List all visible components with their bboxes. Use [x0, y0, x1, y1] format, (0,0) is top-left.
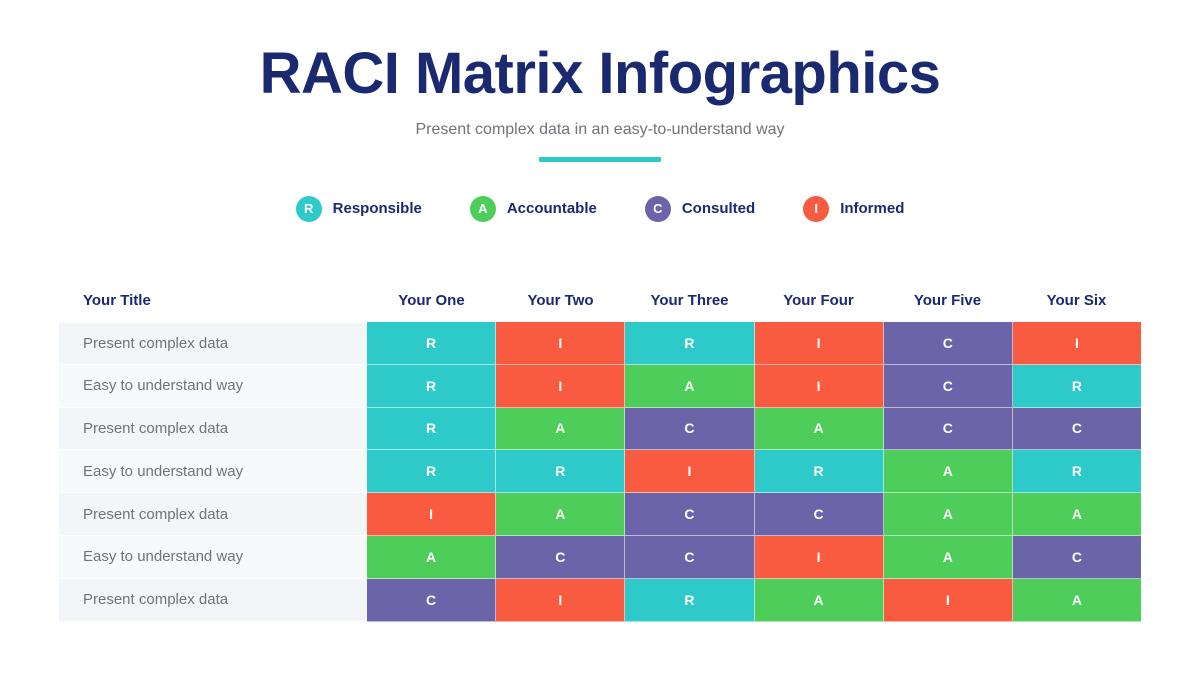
table-row: Present complex data R I R I C I: [59, 322, 1142, 365]
matrix-cell-r[interactable]: R: [367, 450, 497, 494]
table-row: Easy to understand way R R I R A R: [59, 450, 1142, 494]
matrix-cell-i[interactable]: I: [496, 364, 626, 408]
matrix-cell-i[interactable]: I: [1012, 322, 1142, 365]
matrix-cell-c[interactable]: C: [625, 493, 755, 536]
matrix-cell-c[interactable]: C: [883, 322, 1013, 365]
legend-badge-r-icon: R: [295, 195, 322, 222]
column-header-6[interactable]: Your Six: [1012, 292, 1141, 309]
table-row: Present complex data R A C A C C: [59, 407, 1142, 451]
legend-item-consulted[interactable]: C Consulted: [644, 195, 756, 222]
matrix-cell-r[interactable]: R: [367, 322, 497, 365]
row-label: Present complex data: [59, 493, 367, 536]
matrix-cell-a[interactable]: A: [625, 364, 755, 408]
table-row: Present complex data I A C C A A: [59, 493, 1142, 536]
matrix-cell-r[interactable]: R: [1012, 364, 1142, 408]
column-header-5[interactable]: Your Five: [883, 292, 1012, 309]
column-header-4[interactable]: Your Four: [754, 292, 883, 309]
matrix-cell-c[interactable]: C: [625, 535, 755, 579]
slide-header: RACI Matrix Infographics Present complex…: [0, 0, 1200, 162]
matrix-cell-r[interactable]: R: [496, 450, 626, 494]
column-header-3[interactable]: Your Three: [625, 292, 754, 309]
column-header-title: Your Title: [83, 291, 151, 309]
matrix-cell-i[interactable]: I: [496, 578, 626, 622]
accent-divider: [539, 156, 661, 162]
raci-legend: R Responsible A Accountable C Consulted I Infor…: [0, 195, 1200, 222]
matrix-cell-c[interactable]: C: [1012, 535, 1142, 579]
matrix-cell-c[interactable]: C: [1012, 407, 1142, 451]
matrix-cell-a[interactable]: A: [1012, 578, 1142, 622]
legend-label: Consulted: [681, 200, 756, 218]
table-row: Easy to understand way R I A I C R: [59, 364, 1142, 408]
page-title: RACI Matrix Infographics: [259, 41, 941, 106]
row-label: Present complex data: [59, 578, 367, 622]
row-label: Present complex data: [59, 322, 367, 365]
matrix-cell-c[interactable]: C: [754, 493, 884, 536]
matrix-cell-r[interactable]: R: [367, 407, 497, 451]
matrix-cell-a[interactable]: A: [883, 450, 1013, 494]
matrix-cell-c[interactable]: C: [367, 578, 497, 622]
table-row: Easy to understand way A C C I A C: [59, 535, 1142, 579]
matrix-cell-c[interactable]: C: [496, 535, 626, 579]
matrix-cell-r[interactable]: R: [367, 364, 497, 408]
matrix-header-row: Your Title Your One Your Two Your Three You…: [59, 278, 1141, 322]
page-subtitle: Present complex data in an easy-to-under…: [415, 120, 785, 138]
legend-item-informed[interactable]: I Informed: [803, 195, 905, 222]
row-label: Easy to understand way: [59, 450, 367, 494]
matrix-cell-c[interactable]: C: [883, 407, 1013, 451]
matrix-cell-i[interactable]: I: [883, 578, 1013, 622]
legend-item-responsible[interactable]: R Responsible: [295, 195, 422, 222]
legend-badge-i-icon: I: [803, 195, 830, 222]
matrix-cell-r[interactable]: R: [625, 578, 755, 622]
matrix-cell-a[interactable]: A: [367, 535, 497, 579]
legend-badge-c-icon: C: [644, 195, 671, 222]
matrix-cell-r[interactable]: R: [754, 450, 884, 494]
legend-badge-a-icon: A: [469, 195, 496, 222]
matrix-cell-a[interactable]: A: [754, 578, 884, 622]
matrix-cell-a[interactable]: A: [883, 493, 1013, 536]
row-label: Present complex data: [59, 407, 367, 451]
column-header-2[interactable]: Your Two: [496, 292, 625, 309]
legend-label: Informed: [840, 200, 905, 218]
matrix-cell-i[interactable]: I: [754, 322, 884, 365]
matrix-cell-i[interactable]: I: [754, 364, 884, 408]
legend-label: Accountable: [506, 200, 597, 218]
matrix-cell-a[interactable]: A: [754, 407, 884, 451]
matrix-cell-i[interactable]: I: [625, 450, 755, 494]
row-label: Easy to understand way: [59, 535, 367, 579]
matrix-cell-a[interactable]: A: [496, 407, 626, 451]
slide-root: RACI Matrix Infographics Present complex…: [0, 0, 1200, 675]
row-label: Easy to understand way: [59, 364, 367, 408]
matrix-cell-c[interactable]: C: [883, 364, 1013, 408]
matrix-cell-i[interactable]: I: [367, 493, 497, 536]
legend-item-accountable[interactable]: A Accountable: [469, 195, 597, 222]
matrix-cell-r[interactable]: R: [1012, 450, 1142, 494]
matrix-cell-a[interactable]: A: [883, 535, 1013, 579]
column-header-1[interactable]: Your One: [367, 292, 496, 309]
matrix-cell-a[interactable]: A: [1012, 493, 1142, 536]
raci-matrix: Your Title Your One Your Two Your Three You…: [59, 278, 1142, 622]
matrix-cell-i[interactable]: I: [754, 535, 884, 579]
matrix-cell-a[interactable]: A: [496, 493, 626, 536]
matrix-cell-c[interactable]: C: [625, 407, 755, 451]
matrix-cell-r[interactable]: R: [625, 322, 755, 365]
table-row: Present complex data C I R A I A: [59, 578, 1142, 622]
matrix-body: Present complex data R I R I C I Easy to unders…: [59, 322, 1142, 622]
legend-label: Responsible: [332, 200, 422, 218]
matrix-cell-i[interactable]: I: [496, 322, 626, 365]
